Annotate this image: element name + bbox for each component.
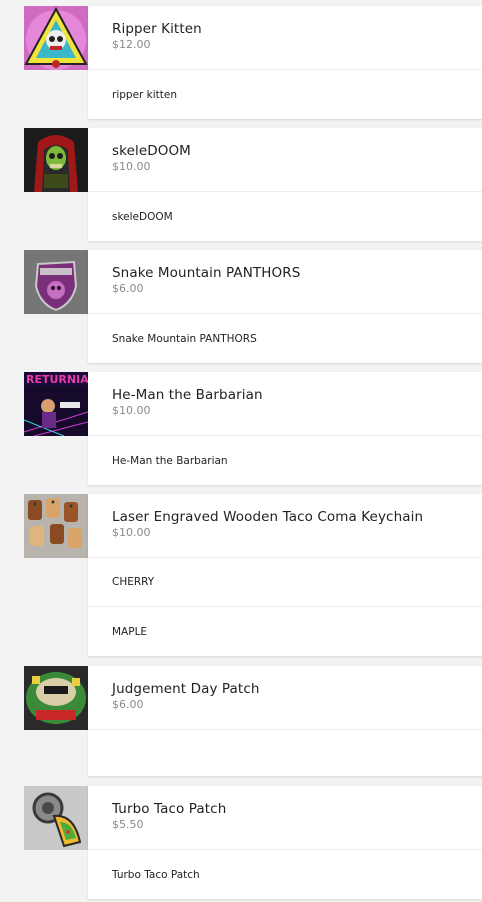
turbo-taco-patch-image — [24, 786, 88, 850]
product-price: $6.00 — [112, 698, 144, 711]
product-thumbnail[interactable] — [24, 786, 88, 850]
product-thumbnail[interactable] — [24, 128, 88, 192]
product-thumbnail[interactable]: RETURNIA — [24, 372, 88, 436]
product-header[interactable]: Ripper Kitten $12.00 — [88, 6, 482, 70]
product-card: Judgement Day Patch $6.00 — [88, 666, 482, 776]
product-header[interactable]: skeleDOOM $10.00 — [88, 128, 482, 192]
product-price: $10.00 — [112, 160, 151, 173]
product-price: $6.00 — [112, 282, 144, 295]
product-header[interactable]: He-Man the Barbarian $10.00 — [88, 372, 482, 436]
ripper-kitten-patch-image — [24, 6, 88, 70]
variant-row[interactable]: Turbo Taco Patch — [88, 850, 482, 899]
judgement-day-patch-image — [24, 666, 88, 730]
returnia-print-image: RETURNIA — [24, 372, 88, 436]
thumbnail-text: RETURNIA — [26, 373, 88, 386]
product-title: Snake Mountain PANTHORS — [112, 265, 301, 281]
product-card: Snake Mountain PANTHORS $6.00 Snake Moun… — [88, 250, 482, 363]
product-card: skeleDOOM $10.00 skeleDOOM — [88, 128, 482, 241]
panthors-patch-image — [24, 250, 88, 314]
product-header[interactable]: Turbo Taco Patch $5.50 — [88, 786, 482, 850]
product-title: Ripper Kitten — [112, 21, 202, 37]
variant-row[interactable]: skeleDOOM — [88, 192, 482, 241]
variant-row[interactable]: MAPLE — [88, 607, 482, 656]
variant-row-empty[interactable] — [88, 730, 482, 776]
skeledoom-pin-image — [24, 128, 88, 192]
product-header[interactable]: Snake Mountain PANTHORS $6.00 — [88, 250, 482, 314]
variant-row[interactable]: CHERRY — [88, 558, 482, 607]
variant-row[interactable]: ripper kitten — [88, 70, 482, 119]
variant-row[interactable]: Snake Mountain PANTHORS — [88, 314, 482, 363]
variant-row[interactable]: He-Man the Barbarian — [88, 436, 482, 485]
product-card: He-Man the Barbarian $10.00 He-Man the B… — [88, 372, 482, 485]
product-thumbnail[interactable] — [24, 250, 88, 314]
product-title: skeleDOOM — [112, 143, 191, 159]
product-price: $12.00 — [112, 38, 151, 51]
product-header[interactable]: Laser Engraved Wooden Taco Coma Keychain… — [88, 494, 482, 558]
product-header[interactable]: Judgement Day Patch $6.00 — [88, 666, 482, 730]
product-thumbnail[interactable] — [24, 666, 88, 730]
product-title: Laser Engraved Wooden Taco Coma Keychain — [112, 509, 424, 525]
product-card: Turbo Taco Patch $5.50 Turbo Taco Patch — [88, 786, 482, 899]
product-price: $5.50 — [112, 818, 144, 831]
product-title: He-Man the Barbarian — [112, 387, 263, 403]
wooden-keychains-image — [24, 494, 88, 558]
product-price: $10.00 — [112, 526, 151, 539]
product-price: $10.00 — [112, 404, 151, 417]
product-thumbnail[interactable] — [24, 6, 88, 70]
product-title: Turbo Taco Patch — [112, 801, 227, 817]
product-card: Ripper Kitten $12.00 ripper kitten — [88, 6, 482, 119]
product-thumbnail[interactable] — [24, 494, 88, 558]
product-title: Judgement Day Patch — [112, 681, 260, 697]
product-card: Laser Engraved Wooden Taco Coma Keychain… — [88, 494, 482, 656]
